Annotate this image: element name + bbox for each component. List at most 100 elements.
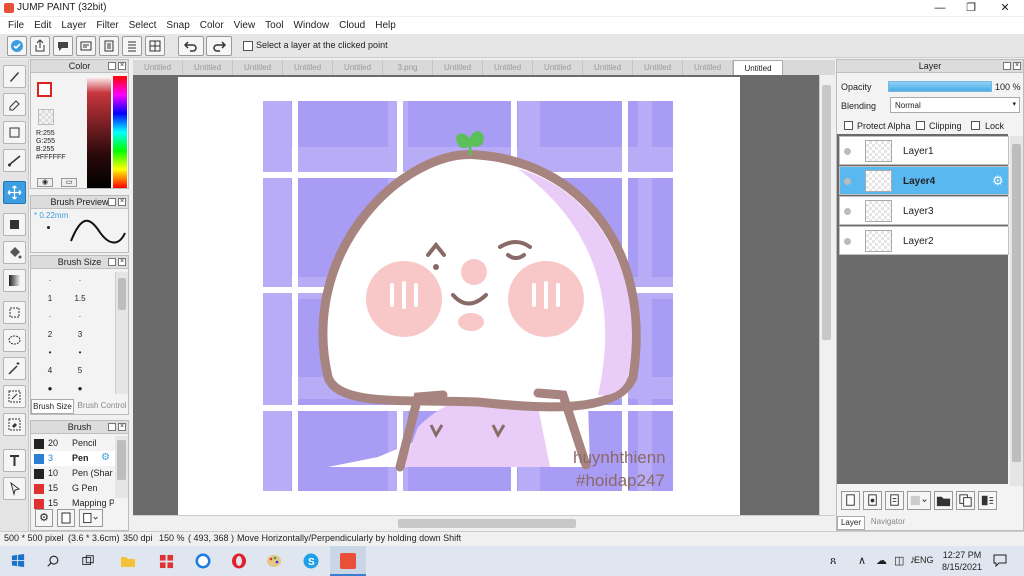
clock[interactable]: 12:27 PM 8/15/2021 <box>940 549 984 573</box>
opera-button[interactable] <box>228 550 250 572</box>
document-tab[interactable]: Untitled <box>733 60 783 75</box>
app-grid-button[interactable] <box>155 550 177 572</box>
paint-app-button[interactable] <box>263 550 285 572</box>
grid-button[interactable] <box>145 36 165 56</box>
brush-size-cell[interactable]: ● <box>65 380 95 397</box>
document-tab[interactable]: Untitled <box>233 60 283 75</box>
menu-view[interactable]: View <box>229 17 261 34</box>
panel-close-icon[interactable]: × <box>118 258 126 266</box>
brush-list-item[interactable]: 15 G Pen <box>31 481 115 496</box>
close-button[interactable]: ✕ <box>990 0 1020 16</box>
list-button[interactable] <box>122 36 142 56</box>
panel-close-icon[interactable]: × <box>118 423 126 431</box>
tab-brush-control[interactable]: Brush Control <box>75 399 129 414</box>
primary-color-swatch[interactable] <box>37 82 52 97</box>
brush-list-item[interactable]: 10 Pen (Shar <box>31 466 115 481</box>
cloud-check-button[interactable] <box>7 36 27 56</box>
document-tab[interactable]: Untitled <box>633 60 683 75</box>
brush-size-cell[interactable]: • <box>35 344 65 361</box>
menu-file[interactable]: File <box>3 17 29 34</box>
brush-list-item[interactable]: 20 Pencil <box>31 436 115 451</box>
fill-rect-tool[interactable] <box>3 213 26 236</box>
document-tab[interactable]: Untitled <box>683 60 733 75</box>
new-8bit-layer-button[interactable] <box>885 491 904 510</box>
merge-layer-button[interactable] <box>978 491 997 510</box>
panel-close-icon[interactable]: × <box>1013 62 1021 70</box>
brush-size-cell[interactable]: 3 <box>65 326 95 343</box>
new-halftone-layer-button[interactable] <box>863 491 882 510</box>
share-button[interactable] <box>30 36 50 56</box>
layer-type-menu-button[interactable] <box>907 491 931 510</box>
panel-float-icon[interactable] <box>108 258 116 266</box>
operation-tool[interactable] <box>3 477 26 500</box>
blending-select[interactable]: Normal ▾ <box>890 97 1020 113</box>
comment-button[interactable] <box>53 36 73 56</box>
panel-float-icon[interactable] <box>1003 62 1011 70</box>
brush-size-cell[interactable]: · <box>35 272 65 289</box>
horizontal-scrollbar[interactable] <box>133 515 835 531</box>
transparent-color-swatch[interactable] <box>38 109 54 125</box>
brush-size-cell[interactable]: 4 <box>35 362 65 379</box>
tab-navigator[interactable]: Navigator <box>867 516 909 530</box>
menu-select[interactable]: Select <box>124 17 162 34</box>
new-layer-button[interactable] <box>841 491 860 510</box>
visibility-icon[interactable] <box>844 148 851 155</box>
brush-size-cell[interactable]: 1.5 <box>65 290 95 307</box>
brush-list-item[interactable]: 3 Pen ⚙ <box>31 451 115 466</box>
protect-alpha-checkbox[interactable] <box>844 121 853 130</box>
minimize-button[interactable]: — <box>925 0 955 16</box>
start-button[interactable] <box>7 550 29 572</box>
brush-menu-button[interactable] <box>79 509 103 527</box>
menu-help[interactable]: Help <box>370 17 401 34</box>
menu-tool[interactable]: Tool <box>260 17 288 34</box>
brush-size-scrollbar[interactable] <box>115 272 128 394</box>
rect-select-tool[interactable] <box>3 301 26 324</box>
text-tool[interactable] <box>3 449 26 472</box>
hue-bar[interactable] <box>113 76 127 188</box>
canvas-paper[interactable]: huynhthienn #hoidap247 <box>178 77 740 515</box>
menu-filter[interactable]: Filter <box>91 17 123 34</box>
saturation-bar[interactable] <box>87 76 111 188</box>
maximize-button[interactable]: ❐ <box>956 0 986 16</box>
clipping-checkbox[interactable] <box>916 121 925 130</box>
brush-size-cell[interactable]: • <box>65 344 95 361</box>
document-tab[interactable]: 3.png <box>383 60 433 75</box>
document-tab[interactable]: Untitled <box>533 60 583 75</box>
eyedropper-button[interactable]: ◉ <box>37 178 53 187</box>
brush-size-cell[interactable]: · <box>65 272 95 289</box>
chevron-up-icon[interactable]: ∧ <box>858 554 866 567</box>
vertical-scrollbar[interactable] <box>819 75 833 515</box>
panel-float-icon[interactable] <box>108 423 116 431</box>
visibility-icon[interactable] <box>844 238 851 245</box>
document-tab[interactable]: Untitled <box>583 60 633 75</box>
gear-icon[interactable]: ⚙ <box>101 452 110 463</box>
select-layer-checkbox[interactable] <box>243 41 253 51</box>
eraser-tool[interactable] <box>3 93 26 116</box>
new-brush-button[interactable] <box>57 509 75 527</box>
gradient-tool[interactable] <box>3 269 26 292</box>
layer-list-scrollbar[interactable] <box>1010 136 1023 486</box>
layer-row[interactable]: Layer3 <box>839 196 1009 225</box>
opacity-slider[interactable] <box>888 81 992 92</box>
move-tool[interactable] <box>3 181 26 204</box>
brush-list-scrollbar[interactable] <box>115 436 128 498</box>
menu-snap[interactable]: Snap <box>161 17 194 34</box>
layer-row[interactable]: Layer2 <box>839 226 1009 255</box>
brush-size-cell[interactable]: ● <box>35 380 65 397</box>
tab-layer[interactable]: Layer <box>837 516 865 530</box>
horizontal-scroll-thumb[interactable] <box>398 519 576 528</box>
visibility-icon[interactable] <box>844 208 851 215</box>
menu-edit[interactable]: Edit <box>29 17 56 34</box>
vertical-scroll-thumb[interactable] <box>822 85 831 340</box>
line-tool[interactable] <box>3 149 26 172</box>
message-button[interactable] <box>76 36 96 56</box>
tab-brush-size[interactable]: Brush Size <box>31 399 74 414</box>
magic-wand-tool[interactable] <box>3 357 26 380</box>
task-view-button[interactable] <box>77 550 99 572</box>
layer-row[interactable]: Layer4 ⚙ <box>839 166 1009 195</box>
canvas-area[interactable]: huynhthienn #hoidap247 <box>133 75 819 515</box>
skype-button[interactable]: S <box>300 550 322 572</box>
document-tab[interactable]: Untitled <box>433 60 483 75</box>
cloud-icon[interactable]: ☁ <box>876 554 887 567</box>
brush-size-cell[interactable]: 1 <box>35 290 65 307</box>
